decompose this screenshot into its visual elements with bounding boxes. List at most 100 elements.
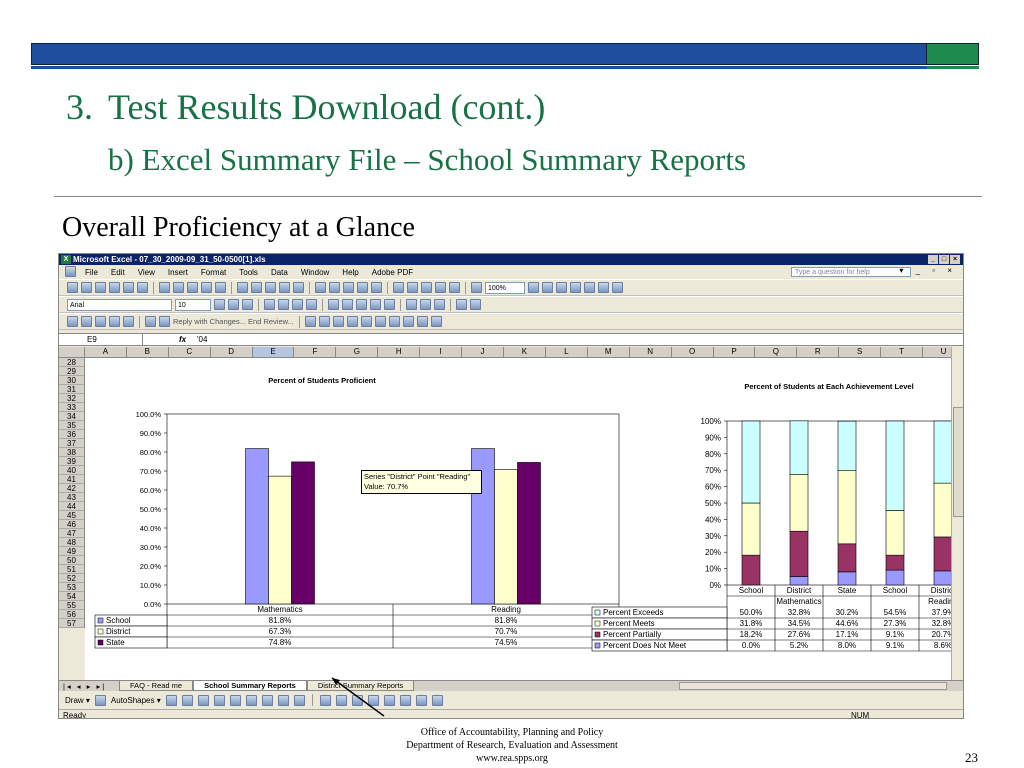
toolbar-button-icon[interactable] (612, 282, 623, 293)
toolbar-button-icon[interactable] (371, 282, 382, 293)
column-header-P[interactable]: P (714, 347, 756, 357)
toolbar-button-icon[interactable] (449, 282, 460, 293)
zoom-select[interactable]: 100% (485, 281, 525, 294)
arrow-style-icon[interactable] (399, 694, 411, 706)
toolbar-button-icon[interactable] (435, 282, 446, 293)
horizontal-scrollbar[interactable] (679, 682, 947, 690)
row-header-36[interactable]: 36 (59, 430, 84, 439)
row-header-50[interactable]: 50 (59, 556, 84, 565)
bold-icon[interactable] (214, 299, 225, 310)
column-header-J[interactable]: J (462, 347, 504, 357)
row-header-40[interactable]: 40 (59, 466, 84, 475)
toolbar-button-icon[interactable] (215, 282, 226, 293)
row-header-32[interactable]: 32 (59, 394, 84, 403)
toolbar-button-icon[interactable] (137, 282, 148, 293)
align-left-icon[interactable] (264, 299, 275, 310)
menu-item-data[interactable]: Data (271, 268, 288, 277)
vertical-scrollbar[interactable] (951, 347, 963, 680)
charts-svg[interactable]: Percent of Students Proficient 100.0% 90.0… (85, 358, 963, 680)
font-color-icon[interactable] (434, 299, 445, 310)
toolbar-button-icon[interactable] (187, 282, 198, 293)
row-header-28[interactable]: 28 (59, 358, 84, 367)
review-icon[interactable] (145, 316, 156, 327)
row-header-43[interactable]: 43 (59, 493, 84, 502)
row-header-53[interactable]: 53 (59, 583, 84, 592)
3d-icon[interactable] (431, 694, 443, 706)
italic-icon[interactable] (228, 299, 239, 310)
row-header-33[interactable]: 33 (59, 403, 84, 412)
pdf-icon[interactable] (456, 299, 467, 310)
row-header-31[interactable]: 31 (59, 385, 84, 394)
tab-faq[interactable]: FAQ - Read me (119, 681, 194, 691)
workbook-icon[interactable] (65, 266, 76, 277)
chart-icon[interactable] (374, 316, 386, 327)
toolbar-button-icon[interactable] (159, 282, 170, 293)
row-header-30[interactable]: 30 (59, 376, 84, 385)
chart-icon[interactable] (402, 316, 414, 327)
toolbar-button-icon[interactable] (123, 282, 134, 293)
column-header-C[interactable]: C (169, 347, 211, 357)
column-header-E[interactable]: E (252, 347, 295, 357)
menu-item-insert[interactable]: Insert (168, 268, 188, 277)
toolbar-button-icon[interactable] (421, 282, 432, 293)
select-objects-icon[interactable] (94, 694, 106, 706)
review-icon[interactable] (81, 316, 92, 327)
review-icon[interactable] (123, 316, 134, 327)
column-header-H[interactable]: H (378, 347, 421, 357)
review-icon[interactable] (109, 316, 120, 327)
rectangle-icon[interactable] (197, 694, 209, 706)
menu-item-window[interactable]: Window (301, 268, 329, 277)
row-header-34[interactable]: 34 (59, 412, 84, 421)
workbook-controls[interactable]: ▾ _ ▫ × (899, 266, 957, 275)
merge-center-icon[interactable] (306, 299, 317, 310)
row-header-46[interactable]: 46 (59, 520, 84, 529)
row-header-45[interactable]: 45 (59, 511, 84, 520)
toolbar-button-icon[interactable] (393, 282, 404, 293)
autoshapes-menu[interactable]: AutoShapes ▾ (111, 696, 161, 705)
percent-icon[interactable] (342, 299, 353, 310)
borders-icon[interactable] (406, 299, 417, 310)
picture-icon[interactable] (293, 694, 305, 706)
pdf-email-icon[interactable] (470, 299, 481, 310)
menu-item-adobe-pdf[interactable]: Adobe PDF (372, 268, 413, 277)
chart-icon[interactable] (304, 316, 316, 327)
font-size-select[interactable]: 10 (175, 298, 211, 311)
toolbar-button-icon[interactable] (67, 282, 78, 293)
increase-decimal-icon[interactable] (370, 299, 381, 310)
fx-icon[interactable]: fx (179, 334, 186, 346)
wordart-icon[interactable] (245, 694, 257, 706)
toolbar-button-icon[interactable] (598, 282, 609, 293)
toolbar-button-icon[interactable] (329, 282, 340, 293)
toolbar-button-icon[interactable] (173, 282, 184, 293)
toolbar-button-icon[interactable] (542, 282, 553, 293)
toolbar-button-icon[interactable] (251, 282, 262, 293)
currency-icon[interactable] (328, 299, 339, 310)
menu-item-view[interactable]: View (138, 268, 155, 277)
row-header-38[interactable]: 38 (59, 448, 84, 457)
chart-icon[interactable] (416, 316, 428, 327)
review-icon[interactable] (95, 316, 106, 327)
row-header-54[interactable]: 54 (59, 592, 84, 601)
toolbar-button-icon[interactable] (528, 282, 539, 293)
close-icon[interactable]: × (950, 255, 960, 264)
column-header-R[interactable]: R (797, 347, 840, 357)
line-icon[interactable] (165, 694, 177, 706)
align-center-icon[interactable] (278, 299, 289, 310)
menu-item-edit[interactable]: Edit (111, 268, 125, 277)
row-header-44[interactable]: 44 (59, 502, 84, 511)
toolbar-button-icon[interactable] (279, 282, 290, 293)
column-header-B[interactable]: B (127, 347, 169, 357)
menu-item-file[interactable]: File (85, 268, 98, 277)
chart-icon[interactable] (346, 316, 358, 327)
toolbar-button-icon[interactable] (201, 282, 212, 293)
toolbar-button-icon[interactable] (237, 282, 248, 293)
minimize-icon[interactable]: _ (928, 255, 938, 264)
review-icon[interactable] (159, 316, 170, 327)
tab-school-summary[interactable]: School Summary Reports (193, 681, 307, 691)
menu-item-help[interactable]: Help (342, 268, 358, 277)
toolbar-button-icon[interactable] (556, 282, 567, 293)
formula-input[interactable]: '04 (197, 334, 207, 346)
row-header-57[interactable]: 57 (59, 619, 84, 628)
column-header-N[interactable]: N (630, 347, 672, 357)
toolbar-button-icon[interactable] (109, 282, 120, 293)
